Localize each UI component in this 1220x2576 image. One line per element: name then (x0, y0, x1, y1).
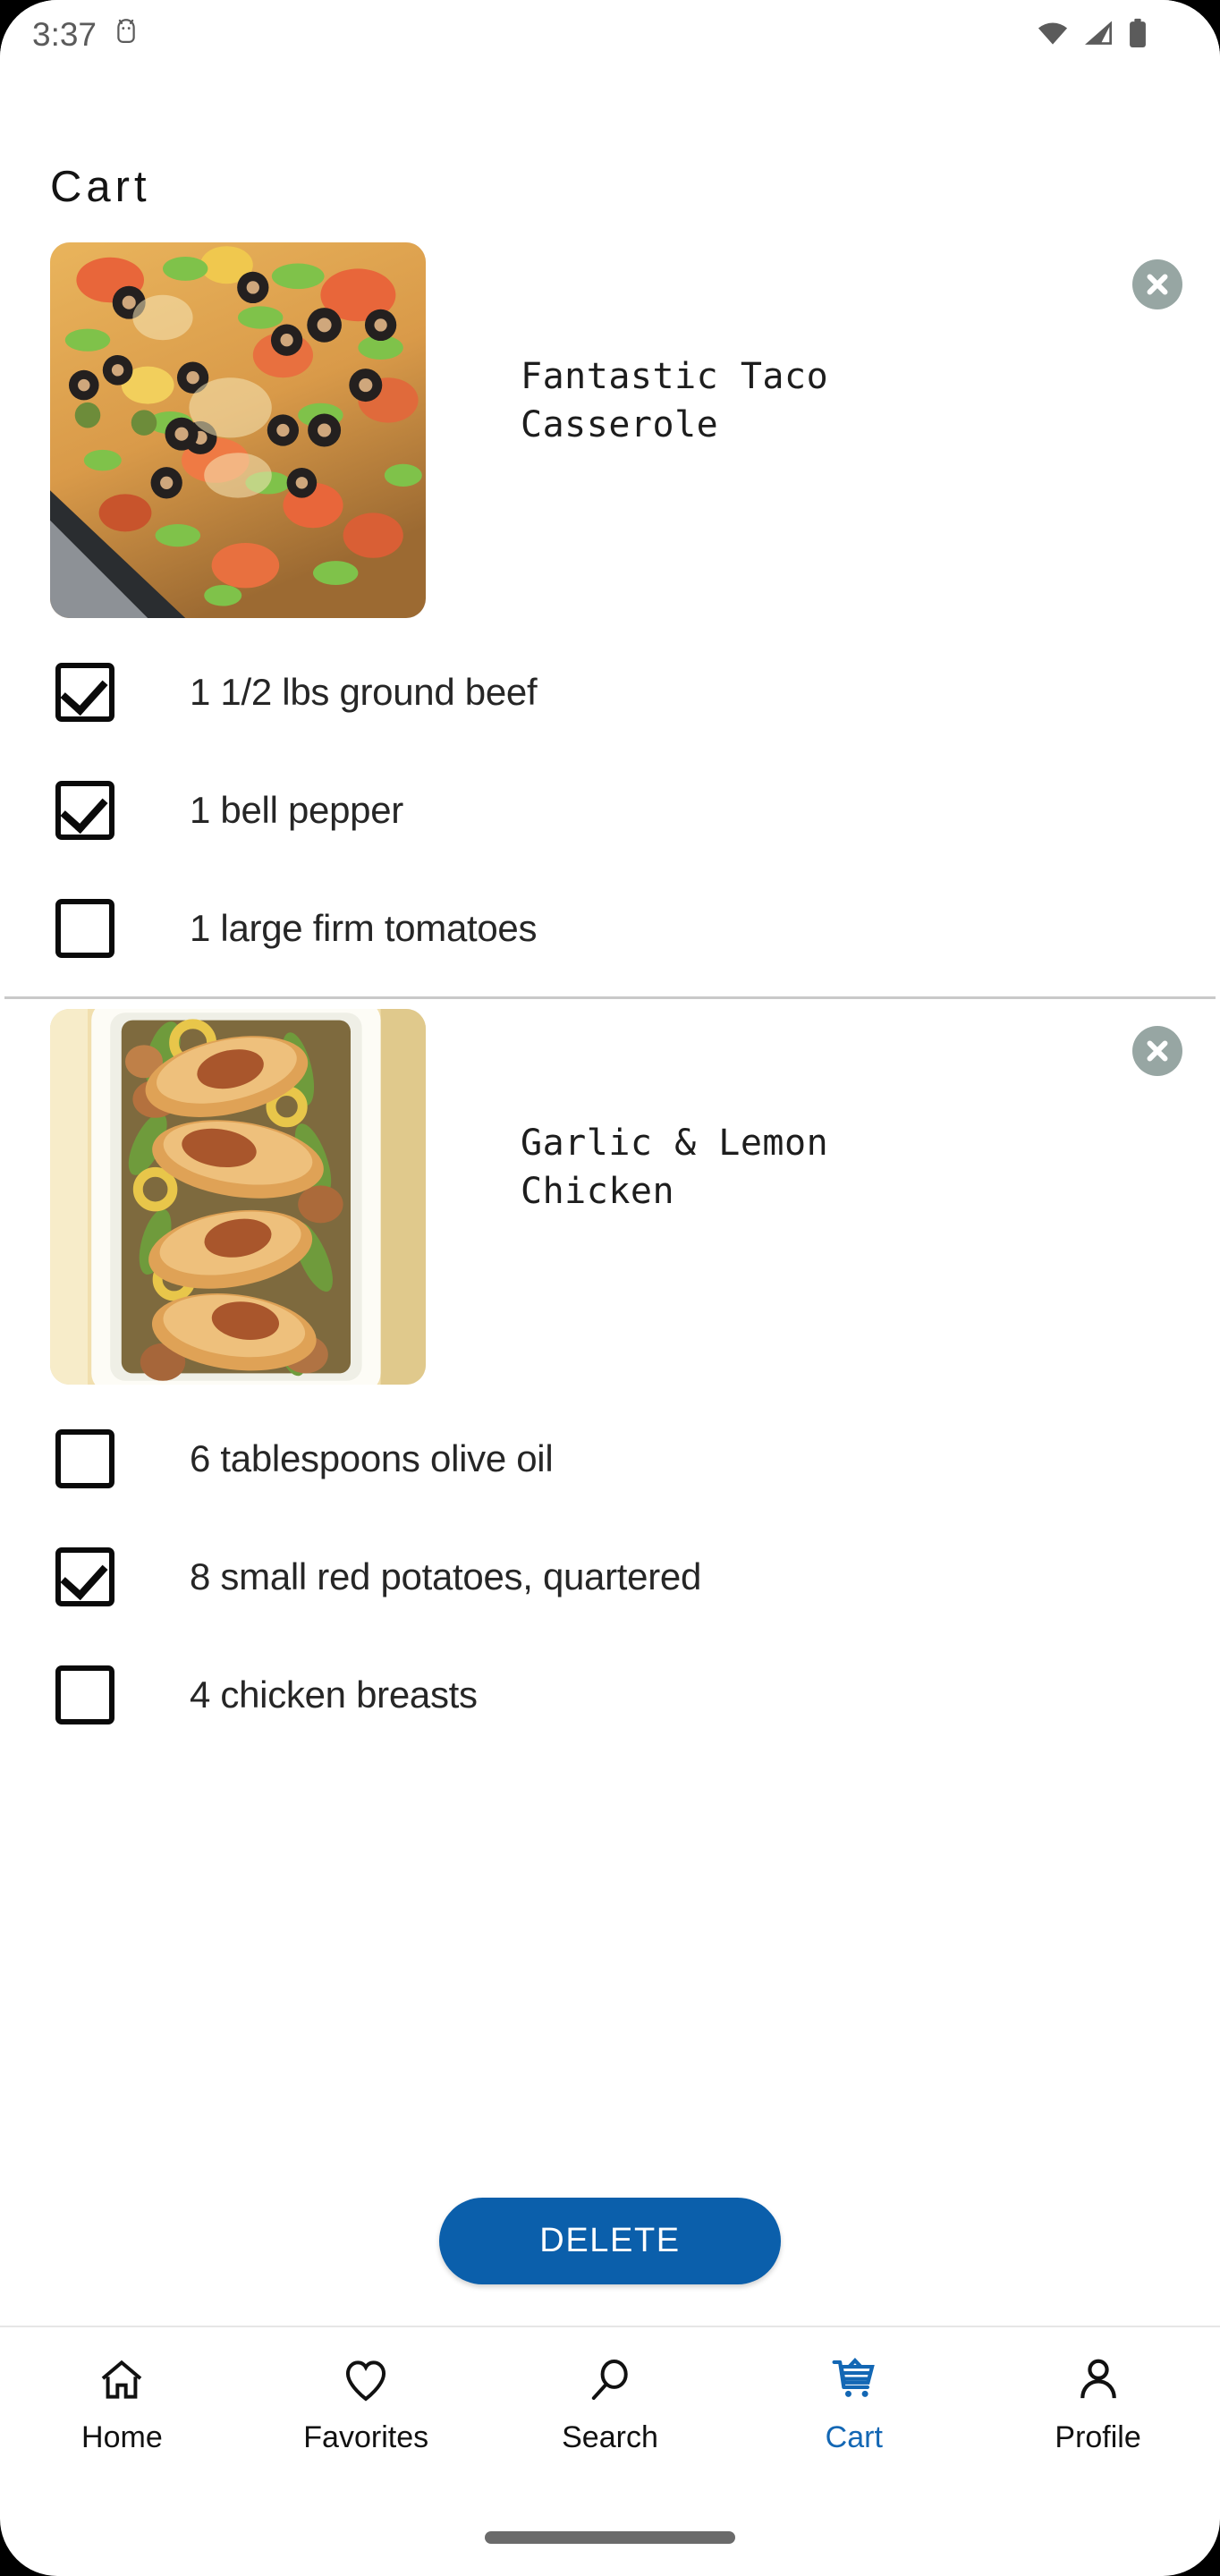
ingredient-label: 8 small red potatoes, quartered (190, 1555, 702, 1597)
cart-recipe-item: Garlic & Lemon Chicken 6 tablespoons oli… (0, 999, 1220, 1763)
ingredient-checkbox[interactable] (55, 1429, 114, 1488)
delete-button[interactable]: DELETE (439, 2198, 781, 2284)
close-icon (1142, 1036, 1173, 1066)
search-icon (585, 2352, 635, 2408)
recipe-header: Fantastic Taco Casserole (0, 233, 1220, 633)
ingredient-checkbox[interactable] (55, 899, 114, 958)
remove-recipe-button[interactable] (1132, 259, 1182, 309)
nav-label: Favorites (303, 2419, 429, 2454)
wifi-icon (1036, 20, 1070, 51)
ingredient-row[interactable]: 1 1/2 lbs ground beef (0, 633, 1220, 751)
gesture-navigation-bar[interactable] (485, 2531, 735, 2544)
close-icon (1142, 269, 1173, 300)
ingredient-row[interactable]: 8 small red potatoes, quartered (0, 1518, 1220, 1636)
ingredient-checkbox[interactable] (55, 663, 114, 722)
recipe-header: Garlic & Lemon Chicken (0, 999, 1220, 1400)
battery-icon (1127, 18, 1148, 53)
ingredient-row[interactable]: 4 chicken breasts (0, 1636, 1220, 1754)
recipe-title: Garlic & Lemon Chicken (521, 1123, 829, 1212)
recipe-title: Fantastic Taco Casserole (521, 356, 829, 445)
cart-recipe-item: Fantastic Taco Casserole 1 1/2 lbs groun… (0, 233, 1220, 996)
status-bar-right (1036, 18, 1148, 53)
device-screen: 3:37 Cart Fantastic Taco Casserole 1 1/2… (0, 0, 1220, 2576)
bottom-navigation-bar: Home Favorites Search Cart Profile (0, 2326, 1220, 2479)
ingredient-list: 6 tablespoons olive oil 8 small red pota… (0, 1400, 1220, 1763)
nav-label: Cart (825, 2419, 883, 2454)
cellular-signal-icon (1082, 20, 1114, 51)
android-debug-icon (113, 18, 140, 52)
heart-icon (341, 2352, 391, 2408)
shopping-cart-icon (829, 2352, 879, 2408)
nav-tab-cart[interactable]: Cart (732, 2327, 976, 2479)
ingredient-label: 1 large firm tomatoes (190, 907, 538, 949)
ingredient-row[interactable]: 1 bell pepper (0, 751, 1220, 869)
ingredient-label: 6 tablespoons olive oil (190, 1437, 554, 1479)
ingredient-checkbox[interactable] (55, 1547, 114, 1606)
ingredient-list: 1 1/2 lbs ground beef 1 bell pepper 1 la… (0, 633, 1220, 996)
person-icon (1073, 2352, 1123, 2408)
nav-tab-home[interactable]: Home (0, 2327, 244, 2479)
nav-tab-search[interactable]: Search (488, 2327, 733, 2479)
nav-tab-favorites[interactable]: Favorites (244, 2327, 488, 2479)
ingredient-checkbox[interactable] (55, 781, 114, 840)
delete-button-container: DELETE (0, 2198, 1220, 2284)
cart-list: Fantastic Taco Casserole 1 1/2 lbs groun… (0, 233, 1220, 2326)
ingredient-label: 1 1/2 lbs ground beef (190, 671, 538, 713)
page-title: Cart (50, 163, 151, 211)
remove-recipe-button[interactable] (1132, 1026, 1182, 1076)
nav-label: Home (81, 2419, 163, 2454)
status-bar-left: 3:37 (32, 16, 140, 54)
nav-label: Profile (1055, 2419, 1141, 2454)
home-icon (97, 2352, 147, 2408)
recipe-thumbnail[interactable] (50, 242, 426, 618)
ingredient-label: 4 chicken breasts (190, 1674, 478, 1716)
ingredient-checkbox[interactable] (55, 1665, 114, 1724)
recipe-thumbnail[interactable] (50, 1009, 426, 1385)
ingredient-row[interactable]: 6 tablespoons olive oil (0, 1400, 1220, 1518)
nav-tab-profile[interactable]: Profile (976, 2327, 1220, 2479)
ingredient-label: 1 bell pepper (190, 789, 403, 831)
ingredient-row[interactable]: 1 large firm tomatoes (0, 869, 1220, 987)
status-bar: 3:37 (0, 0, 1220, 70)
status-bar-clock: 3:37 (32, 16, 97, 53)
nav-label: Search (562, 2419, 658, 2454)
